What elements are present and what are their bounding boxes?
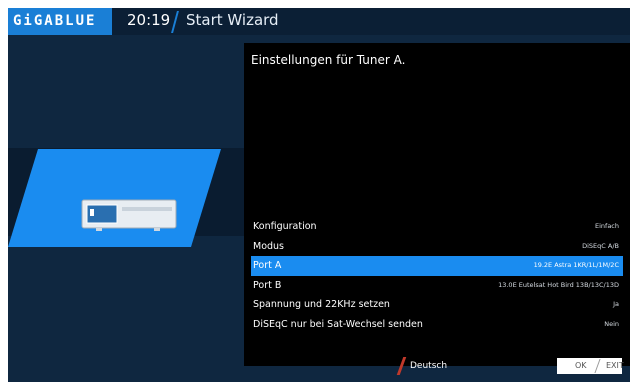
panel-title: Einstellungen für Tuner A.: [251, 53, 406, 67]
setting-row-port-b[interactable]: Port B 13.0E Eutelsat Hot Bird 13B/13C/1…: [251, 276, 623, 296]
setting-value: Ja: [613, 300, 619, 308]
setting-value: Nein: [604, 319, 619, 328]
setting-label: Spannung und 22KHz setzen: [253, 299, 390, 310]
setting-label: Modus: [253, 240, 285, 252]
screen: GiGABLUE 20:19 Start Wizard Einstellunge…: [0, 0, 635, 383]
setting-value: DiSEqC A/B: [582, 241, 619, 250]
setting-row-spannung[interactable]: Spannung und 22KHz setzen Ja: [251, 295, 623, 315]
blue-parallelogram: [8, 149, 221, 247]
setting-row-konfiguration[interactable]: Konfiguration Einfach: [251, 217, 623, 237]
setting-row-diseqc-sat-wechsel[interactable]: DiSEqC nur bei Sat-Wechsel senden Nein: [251, 315, 623, 335]
exit-button[interactable]: EXIT: [606, 361, 624, 370]
receiver-icon: [81, 199, 177, 231]
settings-list: Konfiguration Einfach Modus DiSEqC A/B P…: [251, 217, 623, 334]
wizard-frame: GiGABLUE 20:19 Start Wizard Einstellunge…: [8, 8, 630, 382]
ok-button[interactable]: OK: [575, 361, 587, 370]
language-selector[interactable]: Deutsch: [410, 361, 447, 371]
setting-value: 19.2E Astra 1KR/1L/1M/2C: [533, 261, 619, 269]
setting-row-port-a[interactable]: Port A 19.2E Astra 1KR/1L/1M/2C: [251, 256, 623, 276]
bottom-bar: [8, 366, 630, 382]
tuner-graphic: [8, 149, 221, 247]
setting-label: Konfiguration: [253, 221, 317, 232]
setting-value: Einfach: [595, 222, 619, 230]
settings-panel: Einstellungen für Tuner A. Konfiguration…: [244, 43, 630, 366]
setting-label: Port A: [253, 260, 282, 271]
setting-label: Port B: [253, 279, 282, 291]
setting-value: 13.0E Eutelsat Hot Bird 13B/13C/13D: [498, 280, 619, 289]
setting-row-modus[interactable]: Modus DiSEqC A/B: [251, 237, 623, 257]
setting-label: DiSEqC nur bei Sat-Wechsel senden: [253, 318, 423, 330]
